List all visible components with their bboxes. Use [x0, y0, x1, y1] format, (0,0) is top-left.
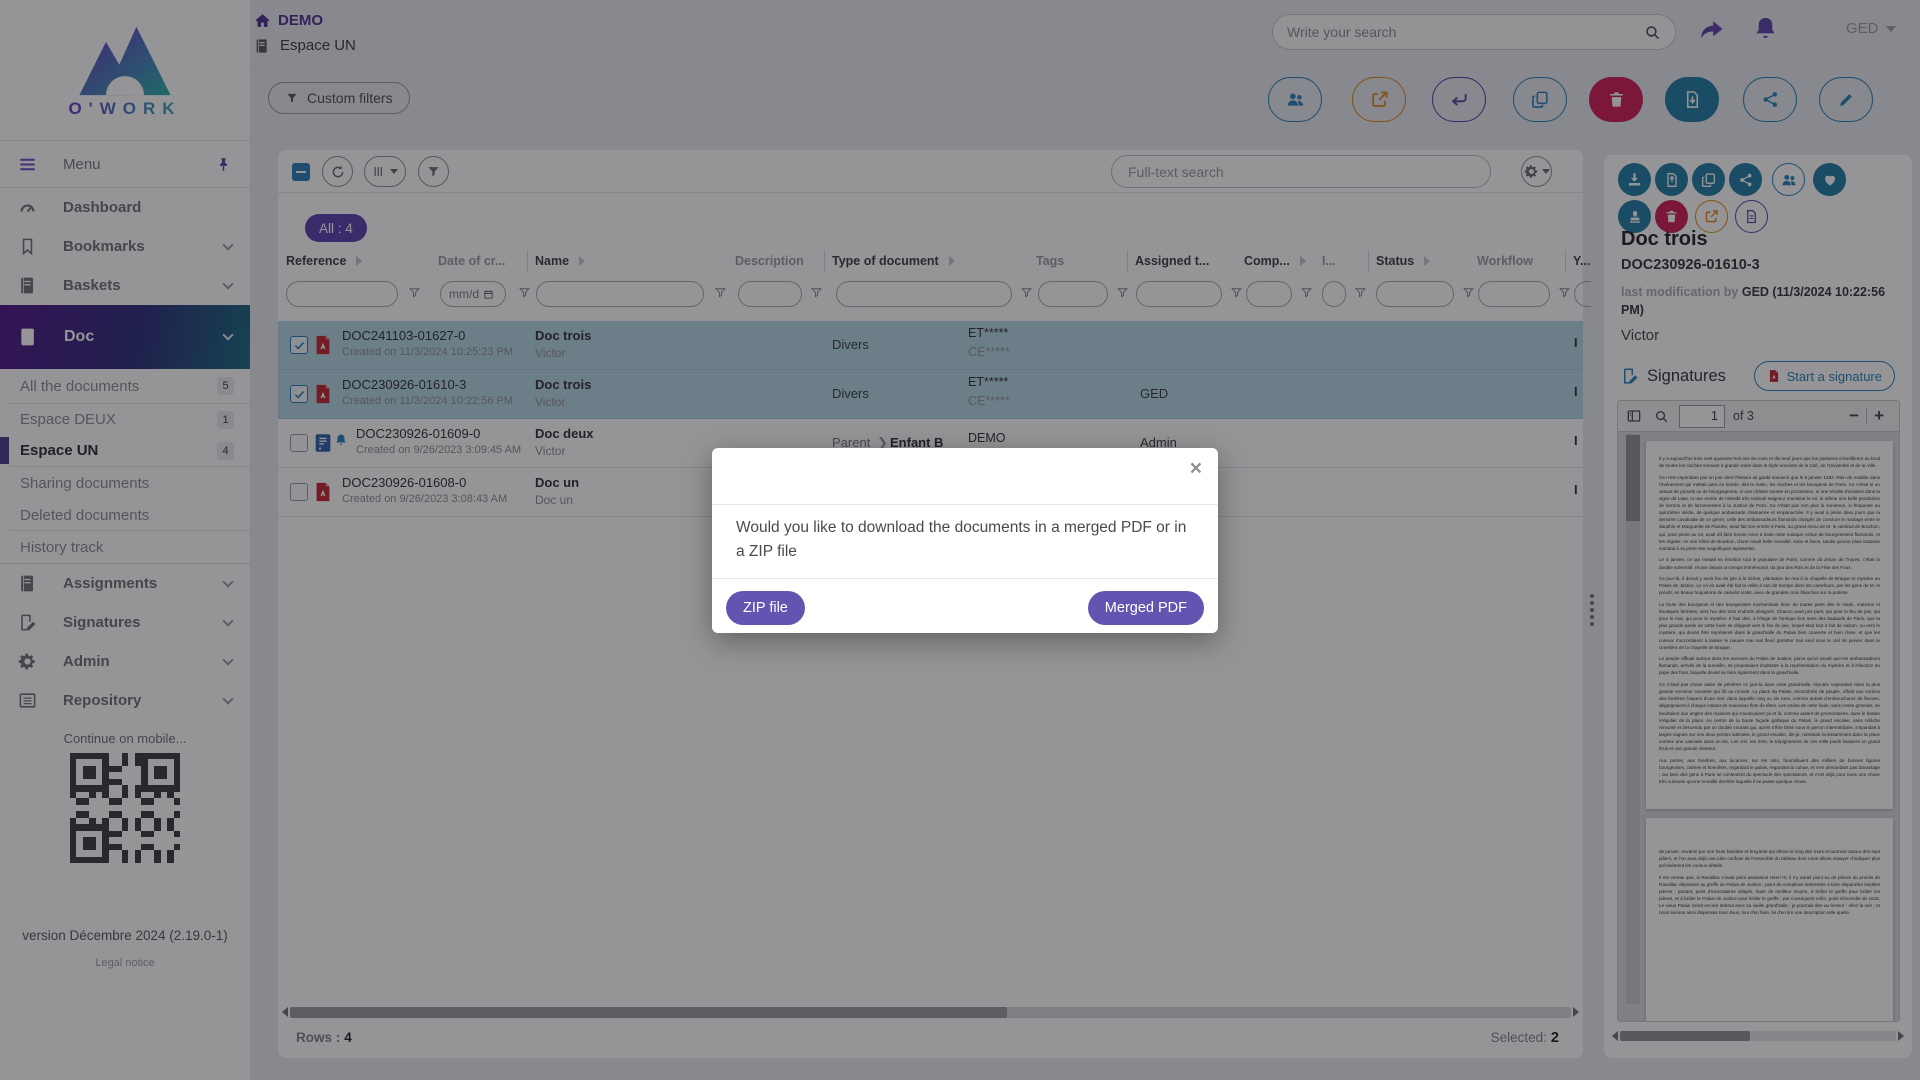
- app-window: O'WORK Menu Dashboard Bookmarks Baskets …: [0, 0, 1920, 1080]
- dialog-message: Would you like to download the documents…: [736, 516, 1196, 564]
- dialog-header: ×: [712, 448, 1218, 505]
- download-choice-dialog: × Would you like to download the documen…: [712, 448, 1218, 633]
- dialog-footer: ZIP file Merged PDF: [712, 578, 1218, 633]
- merged-pdf-button[interactable]: Merged PDF: [1088, 591, 1204, 625]
- zip-file-button[interactable]: ZIP file: [726, 591, 805, 625]
- close-icon[interactable]: ×: [1190, 458, 1202, 479]
